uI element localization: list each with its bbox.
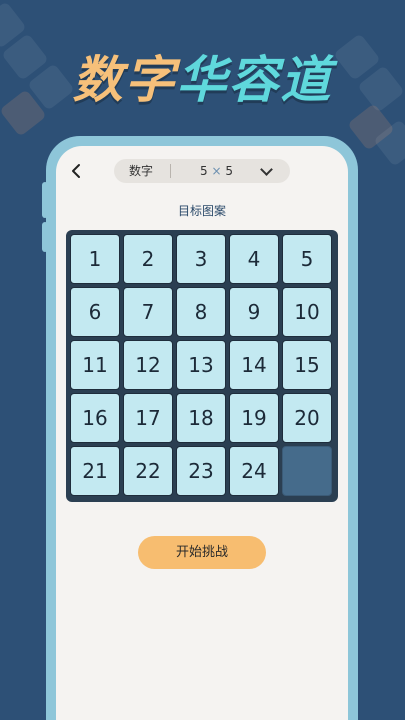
- puzzle-tile[interactable]: 5: [282, 234, 332, 284]
- empty-slot[interactable]: [282, 446, 332, 496]
- start-challenge-button[interactable]: 开始挑战: [138, 536, 266, 569]
- puzzle-tile[interactable]: 1: [70, 234, 120, 284]
- size-cols: 5: [225, 164, 233, 178]
- puzzle-tile[interactable]: 21: [70, 446, 120, 496]
- chevron-down-icon: [260, 163, 273, 176]
- puzzle-tile[interactable]: 2: [123, 234, 173, 284]
- puzzle-tile[interactable]: 10: [282, 287, 332, 337]
- puzzle-tile[interactable]: 9: [229, 287, 279, 337]
- puzzle-tile[interactable]: 6: [70, 287, 120, 337]
- app-title-part-2: 华容道: [176, 51, 333, 109]
- app-title: 数字华容道: [0, 40, 405, 120]
- size-value: 5 × 5: [200, 159, 233, 183]
- puzzle-tile[interactable]: 24: [229, 446, 279, 496]
- puzzle-tile[interactable]: 8: [176, 287, 226, 337]
- mode-label: 数字: [129, 164, 154, 178]
- puzzle-tile[interactable]: 22: [123, 446, 173, 496]
- puzzle-tile[interactable]: 3: [176, 234, 226, 284]
- puzzle-tile[interactable]: 15: [282, 340, 332, 390]
- back-button[interactable]: [66, 161, 86, 181]
- selector-divider: [170, 164, 171, 178]
- puzzle-tile[interactable]: 19: [229, 393, 279, 443]
- puzzle-tile[interactable]: 4: [229, 234, 279, 284]
- size-separator: ×: [211, 164, 222, 178]
- mode-size-selector[interactable]: 数字 5 × 5: [114, 159, 290, 183]
- puzzle-tile[interactable]: 14: [229, 340, 279, 390]
- phone-side-button: [42, 182, 48, 218]
- phone-screen: 数字 5 × 5 目标图案 1 2 3 4 5 6 7 8 9 10 11 12 13 14 15 16 17 1…: [56, 146, 348, 720]
- puzzle-tile[interactable]: 18: [176, 393, 226, 443]
- puzzle-tile[interactable]: 16: [70, 393, 120, 443]
- chevron-left-icon: [72, 164, 80, 178]
- puzzle-tile[interactable]: 17: [123, 393, 173, 443]
- target-pattern-label: 目标图案: [177, 204, 226, 218]
- puzzle-tile[interactable]: 12: [123, 340, 173, 390]
- size-rows: 5: [200, 164, 208, 178]
- puzzle-tile[interactable]: 23: [176, 446, 226, 496]
- puzzle-tile[interactable]: 11: [70, 340, 120, 390]
- puzzle-tile[interactable]: 13: [176, 340, 226, 390]
- puzzle-tile[interactable]: 7: [123, 287, 173, 337]
- puzzle-tile[interactable]: 20: [282, 393, 332, 443]
- app-title-part-1: 数字: [72, 51, 177, 109]
- puzzle-board: 1 2 3 4 5 6 7 8 9 10 11 12 13 14 15 16 17 18 19 20 21 22 23 24: [66, 230, 338, 502]
- phone-side-button: [42, 222, 48, 252]
